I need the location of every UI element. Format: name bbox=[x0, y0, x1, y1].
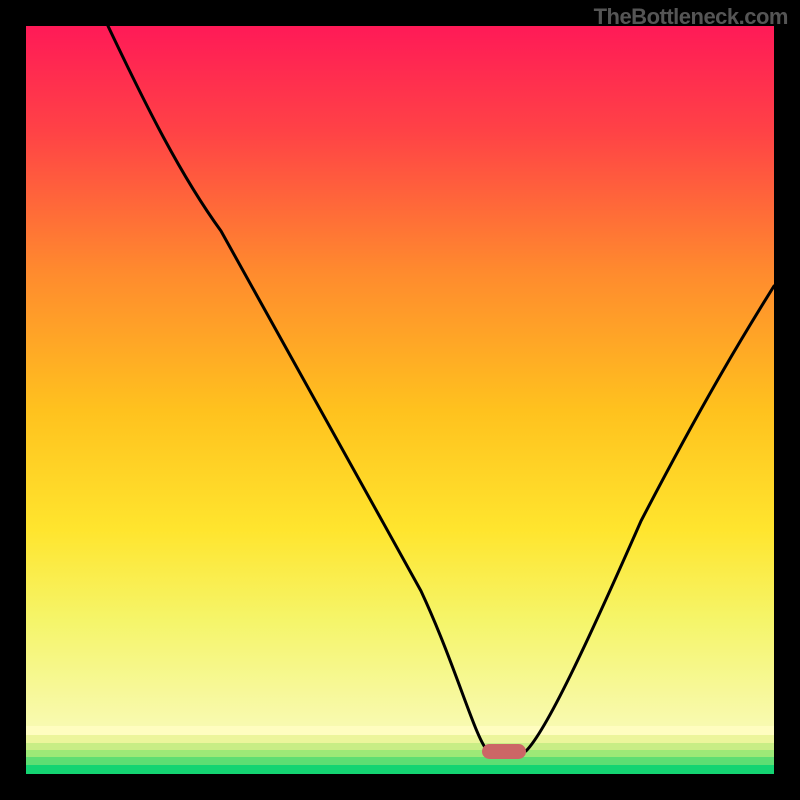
band-3 bbox=[26, 743, 774, 750]
chart-svg bbox=[26, 26, 774, 774]
band-6 bbox=[26, 765, 774, 774]
band-1 bbox=[26, 726, 774, 735]
valley-marker bbox=[482, 744, 526, 759]
band-5 bbox=[26, 757, 774, 765]
band-4 bbox=[26, 750, 774, 757]
gradient-background bbox=[26, 26, 774, 726]
chart-container bbox=[26, 26, 774, 774]
watermark-text: TheBottleneck.com bbox=[594, 4, 788, 30]
band-2 bbox=[26, 735, 774, 743]
